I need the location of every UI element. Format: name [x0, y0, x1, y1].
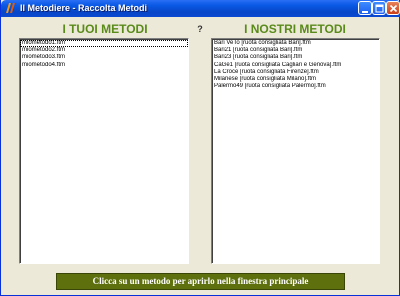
- main-window: Il Metodiere - Raccolta Metodi I TUOI ME…: [0, 0, 400, 296]
- close-icon: [389, 4, 398, 13]
- metodiere-app-icon: [6, 3, 15, 13]
- minimize-button[interactable]: [358, 1, 372, 15]
- list-item[interactable]: miometodo4.ftm: [20, 62, 188, 69]
- list-item[interactable]: miometodo1.ftm: [20, 40, 188, 48]
- list-item[interactable]: CaGe1 [ruota consigliata Cagliari e Geno…: [212, 62, 379, 69]
- list-item[interactable]: Bari23 [ruota consigliata Bari].ftm: [212, 54, 379, 61]
- title-bar[interactable]: Il Metodiere - Raccolta Metodi: [1, 0, 400, 17]
- window-title: Il Metodiere - Raccolta Metodi: [20, 3, 148, 13]
- help-icon[interactable]: ?: [196, 23, 204, 35]
- list-item[interactable]: Milanese [ruota consigliata Milano].ftm: [212, 76, 379, 83]
- your-methods-list[interactable]: miometodo1.ftm miometodo2.ftm miometodo3…: [19, 38, 189, 264]
- list-item[interactable]: Bari VeTo [ruota consigliata Bari].ftm: [212, 40, 379, 47]
- list-item[interactable]: La Croce [ruota consigliata Firenze].ftm: [212, 69, 379, 76]
- instruction-banner: Clicca su un metodo per aprirlo nella fi…: [56, 273, 345, 290]
- close-button[interactable]: [386, 1, 400, 15]
- list-item[interactable]: Palermo49 [ruota consigliata Palermo].ft…: [212, 83, 379, 90]
- our-methods-list[interactable]: Bari VeTo [ruota consigliata Bari].ftm B…: [211, 38, 380, 264]
- list-item[interactable]: miometodo3.ftm: [20, 54, 188, 61]
- our-methods-heading: I NOSTRI METODI: [244, 22, 346, 36]
- list-item[interactable]: Bari21 [ruota consigliata Bari].ftm: [212, 47, 379, 54]
- maximize-button[interactable]: [372, 1, 386, 15]
- minimize-icon: [362, 11, 368, 13]
- maximize-icon: [375, 4, 384, 13]
- list-item[interactable]: miometodo2.ftm: [20, 47, 188, 54]
- your-methods-heading: I TUOI METODI: [62, 22, 148, 36]
